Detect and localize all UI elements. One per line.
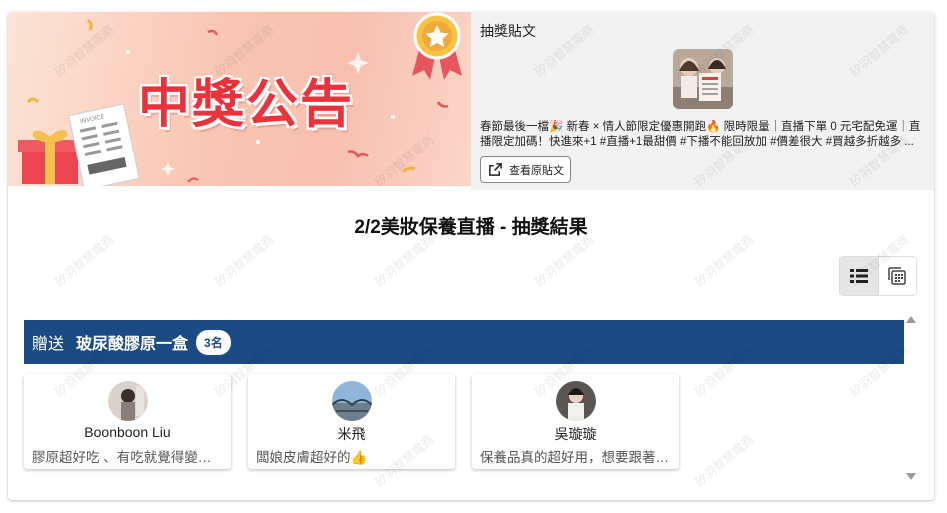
avatar (332, 381, 372, 421)
lottery-result-card: INVOICE 中獎公告 抽獎貼文 春節最後一檔🎉 新春 × 情人節限定優惠開跑… (8, 12, 934, 500)
grid-copy-icon (888, 267, 906, 285)
winners-scroll-area[interactable]: 贈送 玻尿酸膠原一盒 3名 Boonboon Liu 膠原超好吃 、有吃就覺得變… (24, 320, 904, 480)
award-badge-icon (412, 12, 462, 80)
watermark: 矽羽智慧電商 (372, 232, 437, 290)
scroll-down-arrow-icon[interactable] (906, 473, 916, 480)
winner-card: 吳璇璇 保養品真的超好用，想要跟著用用看 (472, 374, 679, 469)
prize-name: 玻尿酸膠原一盒 (76, 336, 189, 353)
winner-comment: 保養品真的超好用，想要跟著用用看 (480, 450, 671, 465)
winner-name: 米飛 (337, 426, 366, 442)
winner-name: Boonboon Liu (84, 424, 171, 440)
post-text: 春節最後一檔🎉 新春 × 情人節限定優惠開跑🔥 限時限量｜直播下單 0 元宅配免… (480, 121, 921, 148)
winner-card: 米飛 闆娘皮膚超好的👍 (248, 374, 455, 469)
prize-prefix: 贈送 (32, 336, 65, 353)
winner-name: 吳璇璇 (554, 426, 597, 442)
view-toggle (839, 256, 917, 296)
scroll-up-arrow-icon[interactable] (906, 316, 916, 323)
prize-count-badge: 3名 (196, 329, 231, 355)
list-icon (849, 269, 868, 283)
watermark: 矽羽智慧電商 (692, 232, 757, 290)
banner-title: 中獎公告 (138, 75, 355, 135)
winner-comment: 闆娘皮膚超好的👍 (256, 450, 368, 465)
external-link-icon (489, 163, 502, 176)
lottery-post-panel: 抽獎貼文 春節最後一檔🎉 新春 × 情人節限定優惠開跑🔥 限時限量｜直播下單 0… (471, 12, 934, 190)
winner-card: Boonboon Liu 膠原超好吃 、有吃就覺得變漂亮了 (24, 374, 231, 469)
avatar (556, 381, 596, 421)
result-title: 2/2美妝保養直播 - 抽獎結果 (354, 217, 588, 238)
view-original-post-button[interactable]: 查看原貼文 (480, 156, 571, 183)
watermark: 矽羽智慧電商 (532, 232, 597, 290)
prize-header: 贈送 玻尿酸膠原一盒 3名 (24, 320, 904, 364)
vertical-scrollbar[interactable] (905, 316, 917, 480)
list-view-button[interactable] (840, 257, 879, 295)
avatar (108, 381, 148, 421)
watermark: 矽羽智慧電商 (212, 232, 277, 290)
post-thumbnail (673, 49, 733, 109)
grid-view-button[interactable] (879, 257, 917, 295)
post-heading: 抽獎貼文 (480, 23, 536, 39)
watermark: 矽羽智慧電商 (52, 232, 117, 290)
winner-comment: 膠原超好吃 、有吃就覺得變漂亮了 (32, 450, 223, 465)
view-original-post-label: 查看原貼文 (509, 164, 564, 177)
winner-announcement-banner: INVOICE 中獎公告 (8, 12, 471, 186)
